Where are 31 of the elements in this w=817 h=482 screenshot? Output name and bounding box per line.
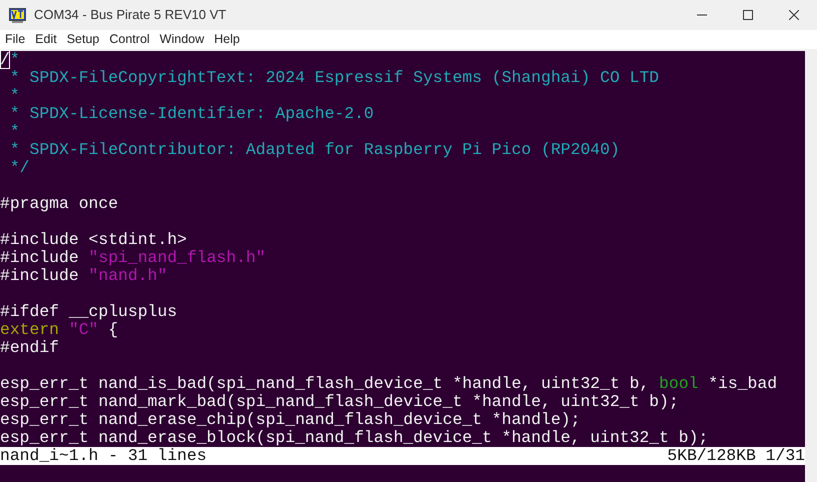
- code-line: #ifdef __cplusplus: [0, 303, 178, 321]
- code-line: esp_err_t nand_mark_bad(spi_nand_flash_device_t *handle, uint32_t b);: [0, 393, 680, 411]
- terminal-cursor: /: [0, 50, 10, 69]
- app-icon: [9, 8, 26, 22]
- code-line: #include "nand.h": [0, 267, 168, 285]
- status-file-info: nand_i~1.h - 31 lines: [0, 447, 207, 465]
- code-line: */: [8, 159, 31, 177]
- window-title: COM34 - Bus Pirate 5 REV10 VT: [34, 6, 228, 24]
- code-line: #include <stdint.h>: [0, 231, 188, 249]
- menu-item[interactable]: Setup: [62, 30, 104, 49]
- code-line: #pragma once: [0, 195, 120, 213]
- code-line: *: [8, 87, 21, 105]
- menu-item[interactable]: Help: [209, 30, 245, 49]
- code-line: #include "spi_nand_flash.h": [0, 249, 267, 267]
- code-line: * SPDX-FileContributor: Adapted for Raspberry Pi Pico (RP2040): [8, 141, 621, 159]
- close-icon: [789, 10, 799, 20]
- code-line: extern "C" {: [0, 321, 120, 339]
- maximize-icon: [743, 10, 753, 20]
- code-line: esp_err_t nand_is_bad(spi_nand_flash_device_t *handle, uint32_t b, bool *is_bad: [0, 375, 778, 393]
- code-line: /*: [0, 51, 21, 69]
- menu-item[interactable]: Window: [154, 30, 210, 49]
- code-line: *: [8, 123, 21, 141]
- code-line: * SPDX-License-Identifier: Apache-2.0: [8, 105, 375, 123]
- status-position: 5KB/128KB 1/31: [667, 447, 805, 465]
- menu-item[interactable]: Control: [104, 30, 155, 49]
- code-line: #endif: [0, 339, 60, 357]
- code-line: esp_err_t nand_erase_block(spi_nand_flash_device_t *handle, uint32_t b);: [0, 429, 710, 447]
- menu-item[interactable]: File: [0, 30, 30, 49]
- code-line: * SPDX-FileCopyrightText: 2024 Espressif Systems (Shanghai) CO LTD: [8, 69, 660, 87]
- code-line: esp_err_t nand_erase_chip(spi_nand_flash_device_t *handle);: [0, 411, 582, 429]
- menu-item[interactable]: Edit: [30, 30, 62, 49]
